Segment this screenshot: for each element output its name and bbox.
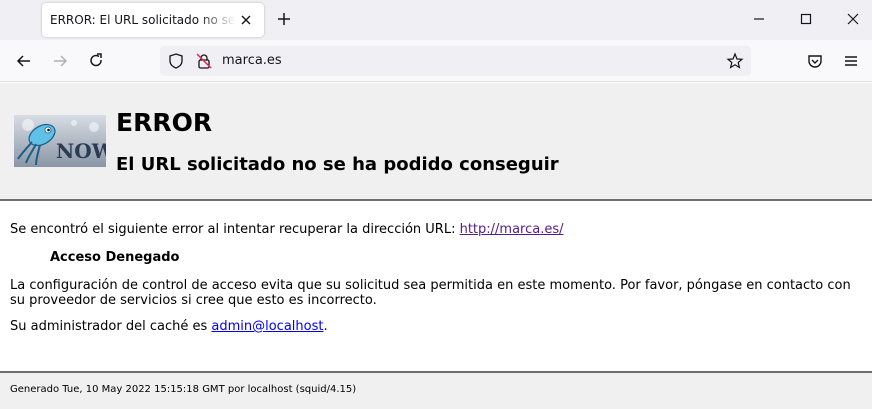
footer-text: Generado Tue, 10 May 2022 15:15:18 GMT p… (10, 384, 357, 395)
error-name: Acceso Denegado (50, 250, 180, 265)
new-tab-icon[interactable] (275, 10, 293, 28)
pocket-icon[interactable] (806, 52, 824, 70)
maximize-icon[interactable] (797, 10, 815, 28)
shield-icon[interactable] (167, 52, 185, 70)
requested-url-link[interactable]: http://marca.es/ (460, 222, 564, 237)
active-tab[interactable]: ERROR: El URL solicitado no se ha podido… (42, 3, 264, 37)
back-arrow-icon[interactable] (15, 52, 33, 70)
error-header: NOW ERROR El URL solicitado no se ha pod… (0, 83, 872, 201)
admin-prefix: Su administrador del caché es (10, 319, 212, 334)
bookmark-star-icon[interactable] (726, 52, 744, 70)
admin-email-link[interactable]: admin@localhost (211, 319, 323, 334)
intro-line: Se encontró el siguiente error al intent… (10, 222, 564, 237)
page-subtitle: El URL solicitado no se ha podido conseg… (116, 154, 559, 175)
error-footer: Generado Tue, 10 May 2022 15:15:18 GMT p… (0, 371, 872, 409)
nav-bar: marca.es (0, 40, 872, 82)
menu-icon[interactable] (842, 52, 860, 70)
squid-logo: NOW (14, 115, 106, 167)
logo-text: NOW (56, 139, 106, 163)
forward-arrow-icon[interactable] (51, 52, 69, 70)
error-explanation: La configuración de control de acceso ev… (10, 278, 851, 308)
tab-strip: ERROR: El URL solicitado no se ha podido… (0, 0, 872, 40)
admin-line: Su administrador del caché es admin@loca… (10, 319, 328, 334)
url-bar[interactable]: marca.es (160, 46, 751, 76)
admin-suffix: . (323, 319, 328, 334)
insecure-lock-icon[interactable] (195, 52, 213, 70)
close-tab-icon[interactable] (238, 12, 254, 28)
intro-text: Se encontró el siguiente error al intent… (10, 222, 460, 237)
close-window-icon[interactable] (844, 10, 862, 28)
page-title: ERROR (116, 108, 213, 137)
reload-icon[interactable] (87, 52, 105, 70)
tab-title: ERROR: El URL solicitado no se ha podido… (50, 13, 236, 27)
url-text[interactable]: marca.es (222, 53, 282, 69)
minimize-icon[interactable] (750, 10, 768, 28)
